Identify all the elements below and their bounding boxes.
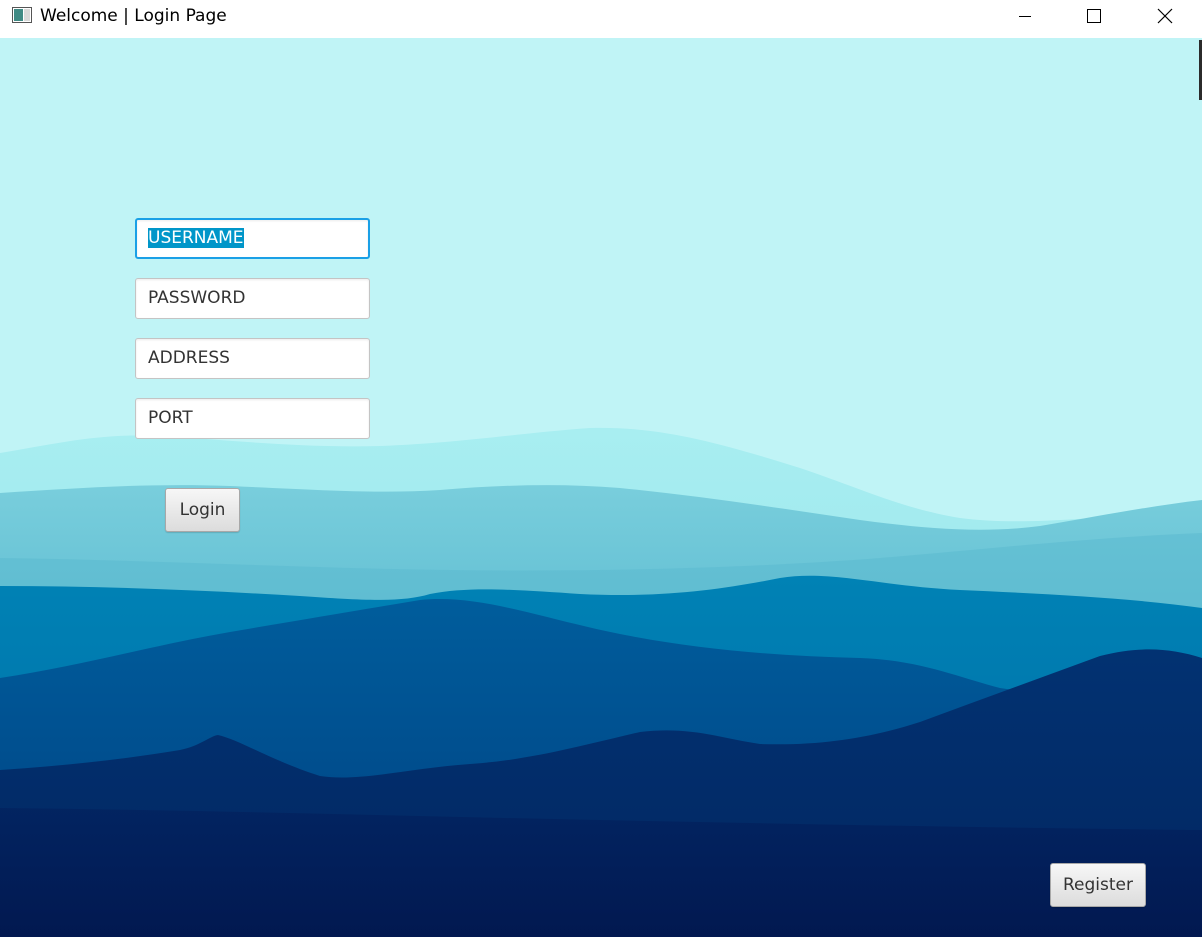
password-value: PASSWORD [148,288,246,308]
close-icon [1157,8,1173,24]
app-window-icon [12,7,32,23]
address-value: ADDRESS [148,348,230,368]
minimize-icon [1018,9,1032,23]
login-button[interactable]: Login [165,488,240,532]
login-window: Welcome | Login Page USERNAME PASSWORD A… [0,0,1202,937]
maximize-icon [1087,9,1101,23]
username-field[interactable]: USERNAME [135,218,370,259]
address-field[interactable]: ADDRESS [135,338,370,379]
window-title: Welcome | Login Page [40,6,227,26]
title-bar[interactable]: Welcome | Login Page [0,0,1202,38]
password-field[interactable]: PASSWORD [135,278,370,319]
username-value: USERNAME [148,228,244,248]
port-value: PORT [148,408,193,428]
register-button[interactable]: Register [1050,863,1146,907]
login-panel: USERNAME PASSWORD ADDRESS PORT Login Reg… [0,38,1202,937]
close-button[interactable] [1142,0,1188,32]
port-field[interactable]: PORT [135,398,370,439]
minimize-button[interactable] [1002,0,1048,32]
maximize-button[interactable] [1071,0,1117,32]
